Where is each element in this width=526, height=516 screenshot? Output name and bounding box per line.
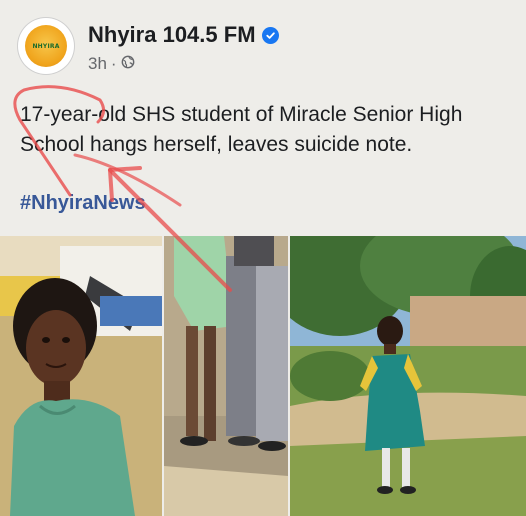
hashtag-link[interactable]: #NhyiraNews — [20, 192, 146, 215]
photo-outdoor[interactable] — [290, 236, 526, 516]
post-meta: 3h · — [88, 54, 135, 74]
page-avatar[interactable]: NHYIRA — [18, 18, 74, 74]
photo-crowd[interactable] — [164, 236, 288, 516]
page-name-row: Nhyira 104.5 FM — [88, 22, 279, 48]
facebook-post-card: NHYIRA Nhyira 104.5 FM 3h · 17-year-old … — [0, 0, 526, 516]
photo-collage — [0, 236, 526, 516]
globe-icon — [121, 54, 135, 74]
nhyira-logo: NHYIRA — [25, 25, 67, 67]
verified-badge-icon — [261, 26, 279, 44]
photo-portrait[interactable] — [0, 236, 162, 516]
logo-text: NHYIRA — [32, 42, 60, 50]
post-text: 17-year-old SHS student of Miracle Senio… — [20, 103, 463, 156]
post-timestamp[interactable]: 3h — [88, 54, 107, 74]
page-name[interactable]: Nhyira 104.5 FM — [88, 22, 256, 48]
meta-separator: · — [110, 54, 117, 73]
